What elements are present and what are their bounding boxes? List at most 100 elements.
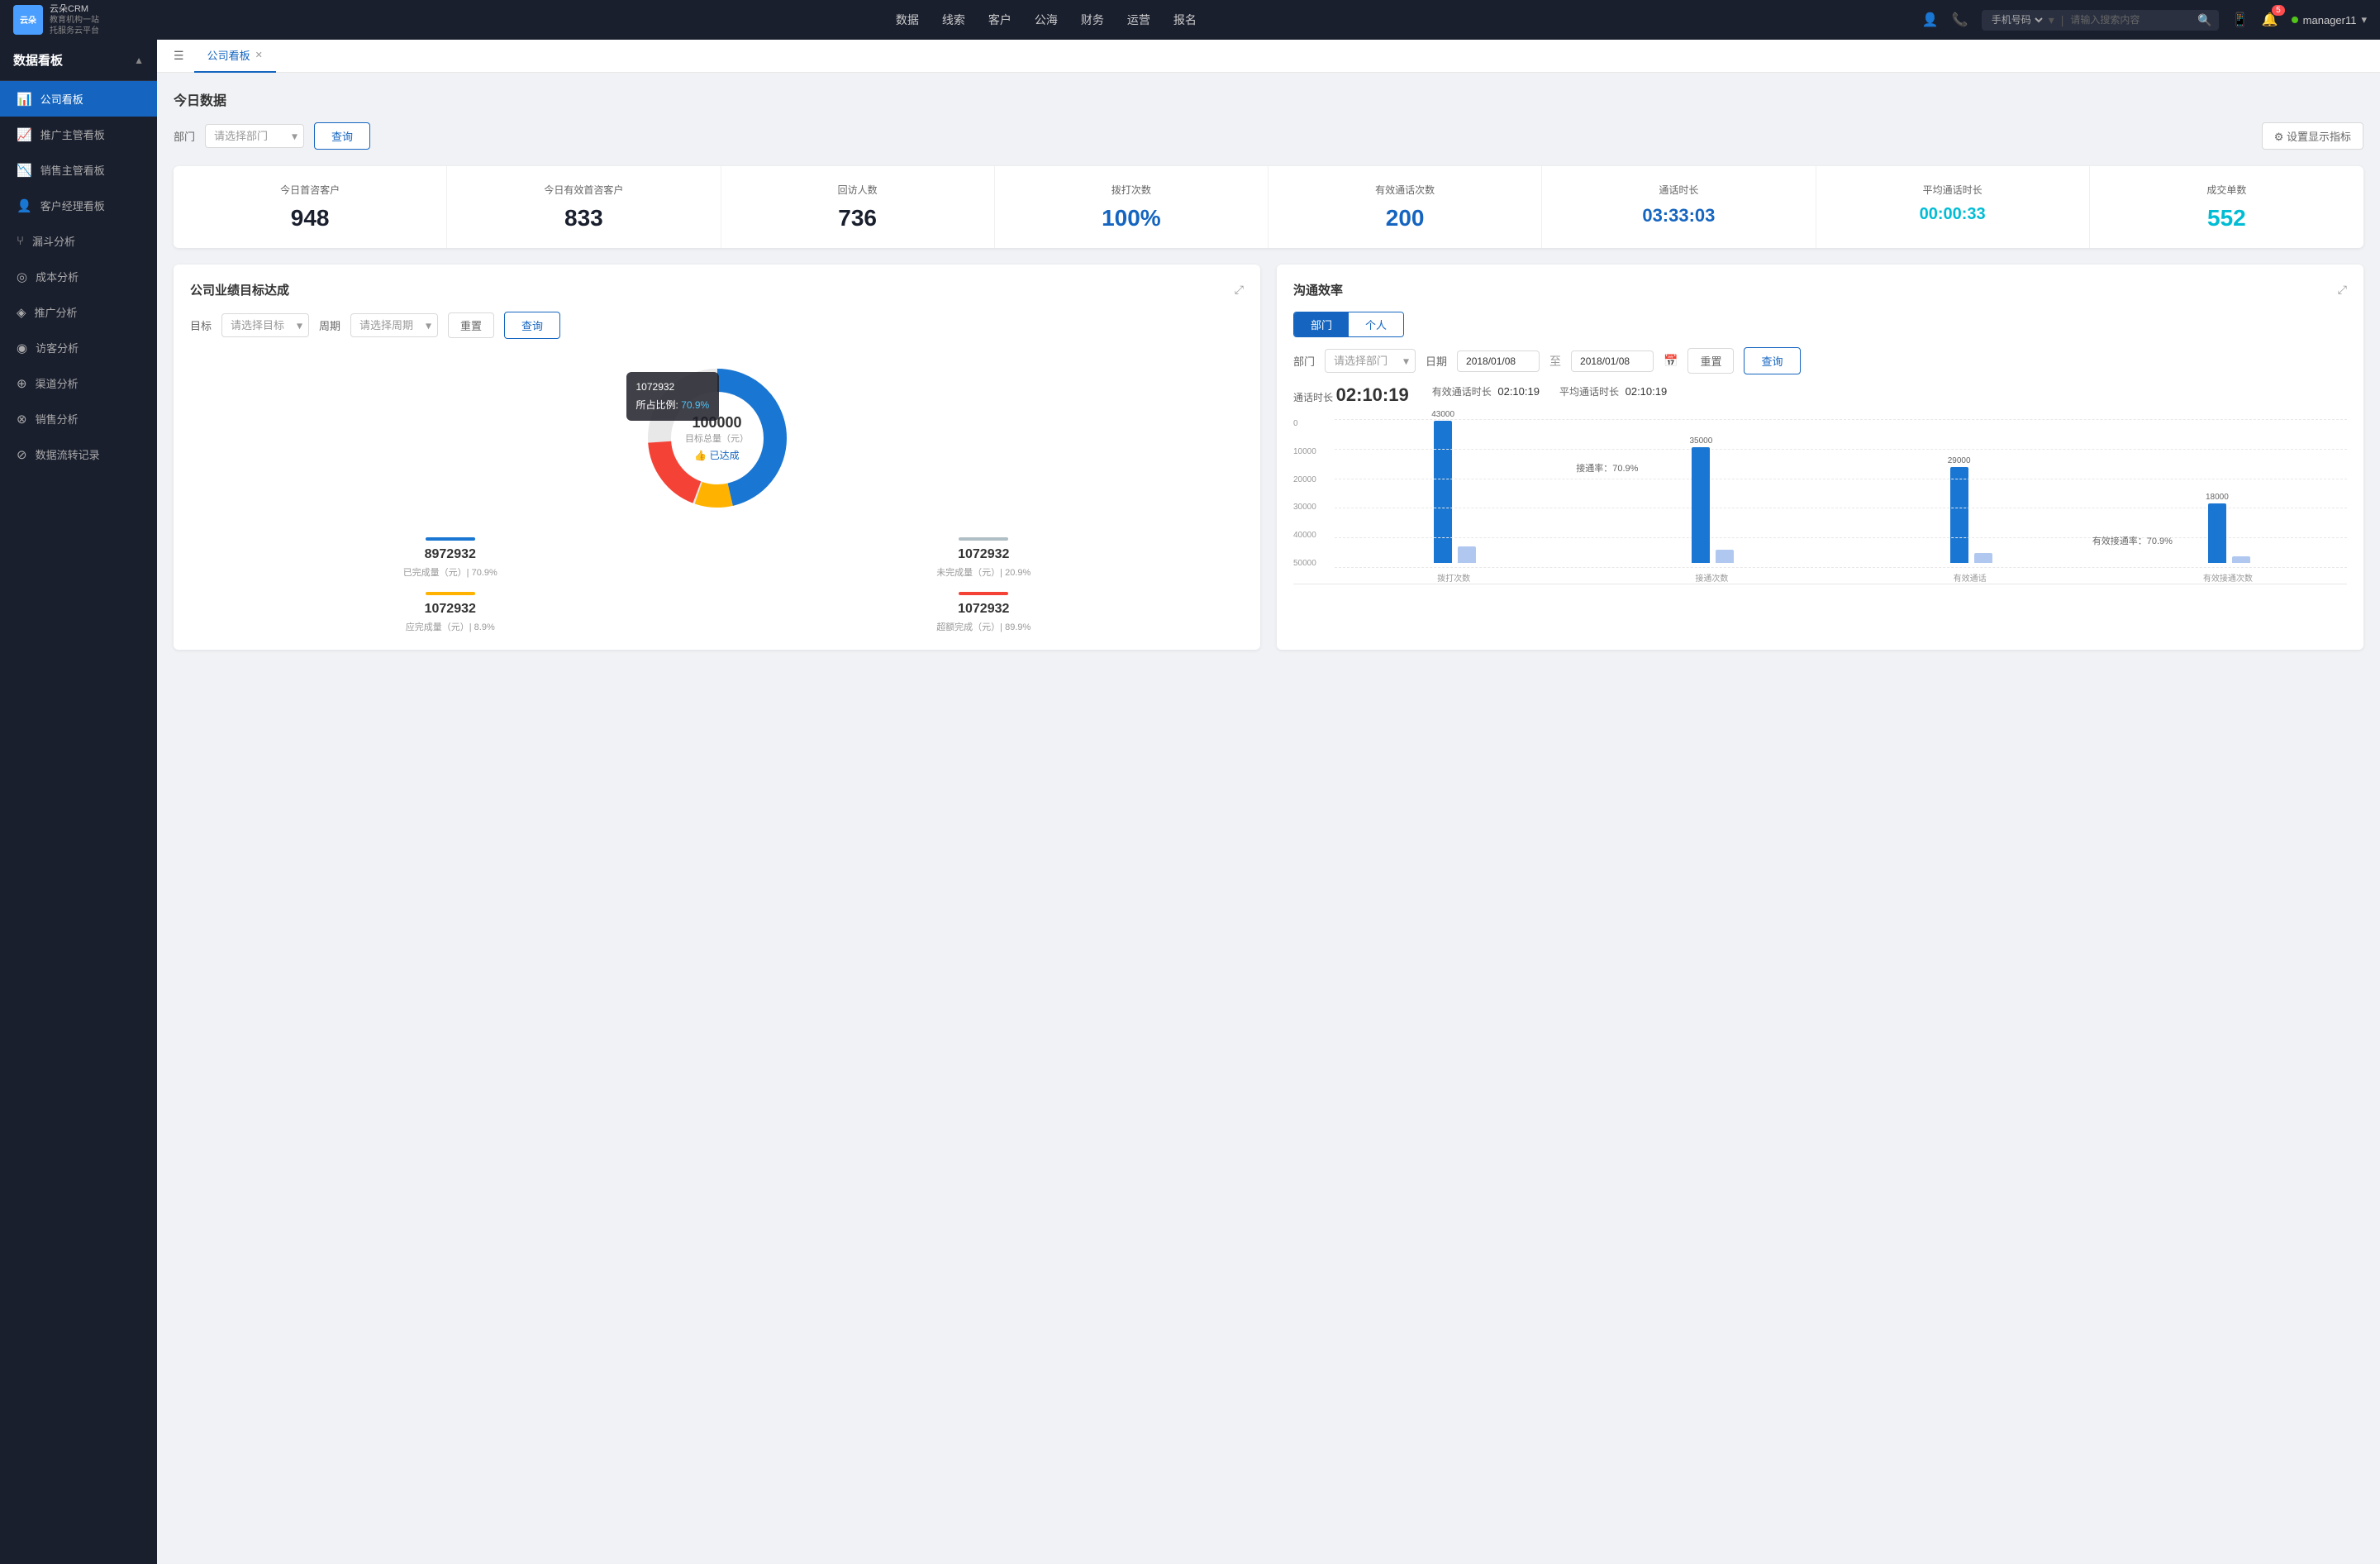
goal-panel-header: 公司业绩目标达成 ⤢ [190, 281, 1244, 298]
sidebar-item-label: 客户经理看板 [40, 198, 105, 213]
goal-filters: 目标 请选择目标 周期 请选择周期 重置 [190, 312, 1244, 339]
legend-label-exceeded: 超额完成（元）| 89.9% [724, 620, 1245, 633]
goal-query-button[interactable]: 查询 [504, 312, 560, 339]
comm-expand-icon[interactable]: ⤢ [2338, 283, 2347, 297]
comm-panel-title: 沟通效率 [1293, 281, 1343, 298]
nav-leads[interactable]: 线索 [942, 12, 965, 28]
settings-button[interactable]: ⚙ 设置显示指标 [2262, 122, 2363, 150]
time-stat-label-0: 通话时长 [1293, 392, 1333, 403]
legend-completed: 8972932 已完成量（元）| 70.9% [190, 537, 711, 579]
nav-customers[interactable]: 客户 [988, 12, 1011, 28]
sidebar-item-visitor[interactable]: ◉ 访客分析 [0, 330, 157, 365]
stat-call-duration: 通话时长 03:33:03 [1542, 166, 1816, 248]
legend-value-completed: 8972932 [190, 547, 711, 562]
sidebar-item-data-flow[interactable]: ⊘ 数据流转记录 [0, 436, 157, 472]
nav-ops[interactable]: 运营 [1127, 12, 1150, 28]
today-query-button[interactable]: 查询 [314, 122, 370, 150]
donut-center-status: 👍 已达成 [685, 448, 749, 462]
time-stats: 通话时长 02:10:19 有效通话时长 02:10:19 平均通话时长 02:… [1293, 384, 2347, 406]
search-icon[interactable]: 🔍 [2197, 13, 2211, 27]
goal-reset-button[interactable]: 重置 [448, 312, 494, 338]
notification-bell[interactable]: 🔔 5 [2262, 12, 2278, 28]
main-content: ☰ 公司看板 ✕ 今日数据 部门 请选择部门 查询 ⚙ 设置 [157, 40, 2380, 1564]
sidebar-item-promo-manager[interactable]: 📈 推广主管看板 [0, 117, 157, 152]
sidebar-item-company-board[interactable]: 📊 公司看板 [0, 81, 157, 117]
bars-row-1: 35000 [1689, 436, 1734, 563]
comm-dept-select[interactable]: 请选择部门 [1325, 349, 1416, 373]
calendar-icon[interactable]: 📅 [1664, 354, 1678, 368]
person-icon[interactable]: 👤 [1922, 12, 1939, 28]
nav-data[interactable]: 数据 [896, 12, 919, 28]
tab-company-board[interactable]: 公司看板 ✕ [194, 40, 276, 73]
bar-effective-small [1974, 551, 1992, 563]
bar-blue-effective [1950, 467, 1968, 563]
device-icon[interactable]: 📱 [2232, 12, 2249, 28]
username: manager11 [2303, 14, 2357, 26]
sidebar-item-sales-analysis[interactable]: ⊗ 销售分析 [0, 401, 157, 436]
donut-center-label: 目标总量（元） [685, 432, 749, 445]
sidebar-item-label: 访客分析 [36, 340, 79, 355]
nav-register[interactable]: 报名 [1173, 12, 1197, 28]
sidebar-item-promo-analysis[interactable]: ◈ 推广分析 [0, 294, 157, 330]
phone-icon[interactable]: 📞 [1952, 12, 1968, 28]
sidebar-item-label: 成本分析 [36, 269, 79, 284]
tab-menu-icon[interactable]: ☰ [174, 49, 184, 63]
bars-row-2: 29000 [1948, 456, 1992, 563]
bottom-panels: 公司业绩目标达成 ⤢ 目标 请选择目标 周期 请选择 [174, 265, 2363, 650]
cost-icon: ◎ [17, 269, 27, 284]
comm-date-from[interactable] [1457, 350, 1540, 372]
bar-effective-main: 29000 [1948, 456, 1971, 563]
y-label-5: 50000 [1293, 559, 1316, 568]
sidebar-item-label: 推广分析 [35, 304, 78, 320]
stat-effective-calls: 有效通话次数 200 [1269, 166, 1542, 248]
stat-revisit: 回访人数 736 [721, 166, 995, 248]
tab-close-icon[interactable]: ✕ [255, 50, 263, 60]
user-dropdown-icon[interactable]: ▾ [2361, 13, 2367, 26]
top-nav: 云朵 云朵CRM 教育机构一站 托服务云平台 数据 线索 客户 公海 财务 运营… [0, 0, 2380, 40]
tab-bar: ☰ 公司看板 ✕ [157, 40, 2380, 73]
customer-manager-icon: 👤 [17, 198, 32, 213]
goal-expand-icon[interactable]: ⤢ [1235, 283, 1244, 297]
search-box: 手机号码 ▾ | 🔍 [1982, 10, 2219, 31]
stat-value-2: 736 [735, 205, 981, 231]
time-stat-total: 通话时长 02:10:19 [1293, 384, 1412, 406]
sidebar-item-channel[interactable]: ⊕ 渠道分析 [0, 365, 157, 401]
comm-tab-dept[interactable]: 部门 [1294, 312, 1349, 336]
goal-target-select-wrapper: 请选择目标 [221, 313, 309, 337]
comm-tab-personal[interactable]: 个人 [1349, 312, 1403, 336]
nav-sea[interactable]: 公海 [1035, 12, 1058, 28]
bar-value-eff-connect: 18000 [2206, 493, 2229, 502]
goal-period-select[interactable]: 请选择周期 [350, 313, 438, 337]
comm-query-button[interactable]: 查询 [1744, 347, 1800, 374]
stat-label-0: 今日首咨客户 [187, 183, 433, 197]
dept-select[interactable]: 请选择部门 [205, 124, 304, 148]
legend-label-incomplete: 未完成量（元）| 20.9% [724, 565, 1245, 579]
sidebar-item-customer-manager[interactable]: 👤 客户经理看板 [0, 188, 157, 223]
stat-label-5: 通话时长 [1555, 183, 1802, 197]
stat-first-consult: 今日首咨客户 948 [174, 166, 447, 248]
sidebar-item-cost[interactable]: ◎ 成本分析 [0, 259, 157, 294]
comm-reset-button[interactable]: 重置 [1687, 348, 1734, 374]
stats-grid: 今日首咨客户 948 今日有效首咨客户 833 回访人数 736 拨打次数 10… [174, 166, 2363, 248]
search-filter-select[interactable]: 手机号码 [1988, 13, 2045, 26]
comm-date-to[interactable] [1571, 350, 1654, 372]
sidebar-item-funnel[interactable]: ⑂ 漏斗分析 [0, 223, 157, 259]
legend-value-exceeded: 1072932 [724, 602, 1245, 617]
search-input[interactable] [2070, 14, 2194, 26]
bar-connect-small [1716, 548, 1734, 563]
sidebar-item-sales-manager[interactable]: 📉 销售主管看板 [0, 152, 157, 188]
stat-label-6: 平均通话时长 [1830, 183, 2076, 197]
bar-light-effective [1974, 553, 1992, 563]
bar-group-connect: 接通率：70.9% 35000 [1592, 436, 1830, 584]
sales-analysis-icon: ⊗ [17, 412, 27, 427]
y-label-0: 0 [1293, 419, 1316, 428]
sidebar-collapse-icon[interactable]: ▲ [134, 55, 144, 66]
donut-chart-area: 1072932 所占比例: 70.9% [190, 355, 1244, 521]
bar-label-dial: 拨打次数 [1437, 571, 1470, 584]
sales-manager-icon: 📉 [17, 163, 32, 178]
visitor-icon: ◉ [17, 341, 27, 355]
nav-finance[interactable]: 财务 [1081, 12, 1104, 28]
goal-target-select[interactable]: 请选择目标 [221, 313, 309, 337]
bars-row-3: 18000 [2206, 493, 2250, 563]
y-label-4: 40000 [1293, 531, 1316, 540]
